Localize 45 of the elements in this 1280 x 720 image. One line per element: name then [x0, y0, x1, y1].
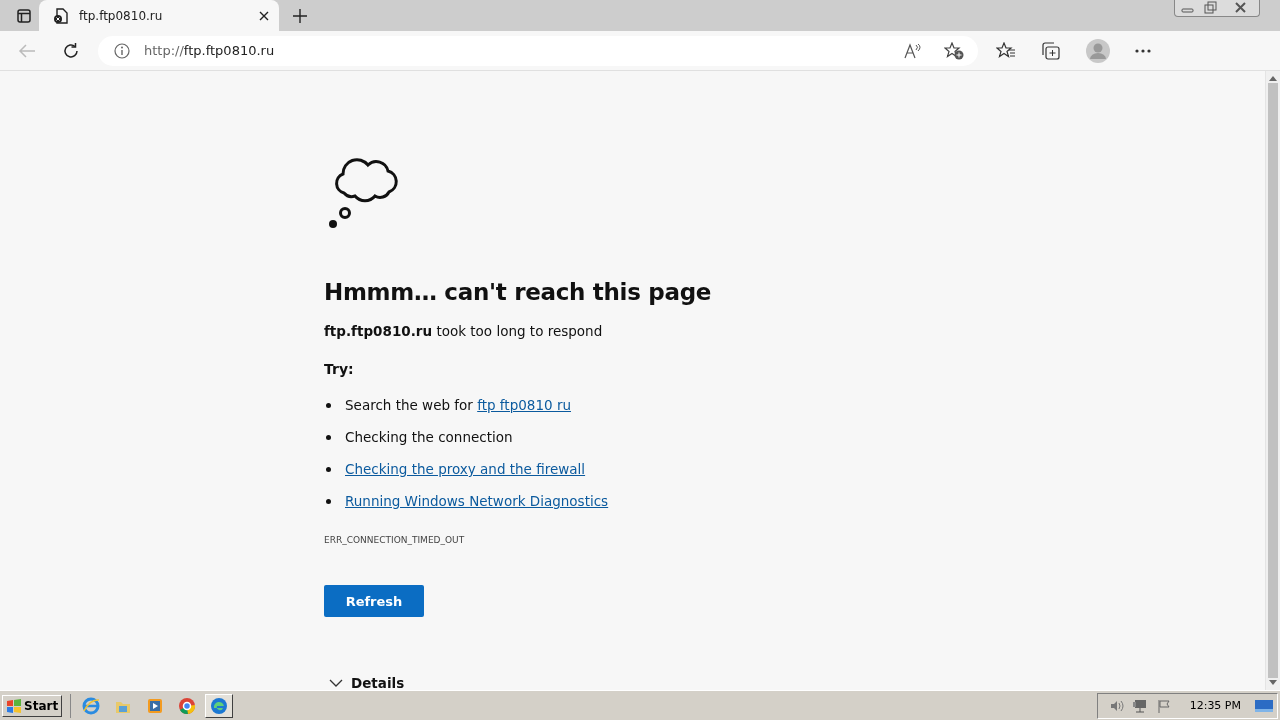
info-icon[interactable]: [114, 42, 130, 59]
flag-icon[interactable]: [1155, 698, 1172, 713]
suggestion-link[interactable]: Checking the proxy and the firewall: [345, 461, 586, 477]
network-icon[interactable]: [1131, 698, 1148, 713]
show-desktop-icon[interactable]: [1255, 698, 1273, 713]
refresh-icon[interactable]: [62, 41, 80, 60]
chevron-icon: [329, 679, 343, 687]
suggestion-text: Checking the connection: [345, 429, 513, 445]
media-player-icon: [146, 696, 165, 715]
close-icon[interactable]: [259, 10, 269, 21]
chrome-icon: [178, 696, 197, 715]
read-aloud-icon[interactable]: [904, 42, 922, 59]
taskbar-button[interactable]: [205, 693, 234, 718]
page-error-icon: [53, 7, 69, 24]
more-icon[interactable]: [1135, 48, 1151, 53]
scroll-down-icon[interactable]: [1269, 680, 1277, 686]
error-code: ERR_CONNECTION_TIMED_OUT: [324, 535, 466, 545]
refresh-button[interactable]: Refresh: [324, 585, 424, 617]
scroll-up-icon[interactable]: [1269, 75, 1277, 81]
suggestion-link[interactable]: Running Windows Network Diagnostics: [345, 493, 609, 509]
bullet-icon: [326, 498, 331, 504]
clock: 12:35 PM: [1189, 699, 1241, 712]
search-link[interactable]: ftp ftp0810 ru: [477, 397, 571, 413]
start-button[interactable]: Start: [2, 694, 63, 717]
windows-logo-icon: [6, 698, 22, 713]
error-message: ftp.ftp0810.ru took too long to respond: [324, 323, 604, 339]
star-add-icon[interactable]: [944, 41, 964, 60]
try-label: Try:: [324, 361, 354, 377]
browser-tab[interactable]: ftp.ftp0810.ru: [39, 0, 279, 31]
address-bar[interactable]: http://ftp.ftp0810.ru: [98, 35, 978, 66]
new-tab-icon[interactable]: [293, 9, 307, 23]
collections-icon[interactable]: [1041, 41, 1061, 60]
avatar-icon[interactable]: [1086, 38, 1110, 63]
edge-icon: [210, 696, 229, 715]
sidebar-icon[interactable]: [17, 9, 31, 23]
bullet-icon: [326, 402, 331, 408]
tab-title: ftp.ftp0810.ru: [79, 8, 164, 23]
favorites-icon[interactable]: [996, 41, 1016, 60]
address-text: http://ftp.ftp0810.ru: [144, 43, 276, 58]
suggestion-text: Search the web for ftp ftp0810 ru: [345, 397, 571, 413]
bullet-icon: [326, 434, 331, 440]
scrollbar[interactable]: [1265, 71, 1280, 690]
bullet-icon: [326, 466, 331, 472]
browser-e-icon: [82, 696, 101, 715]
error-heading: Hmmm… can't reach this page: [324, 279, 713, 305]
